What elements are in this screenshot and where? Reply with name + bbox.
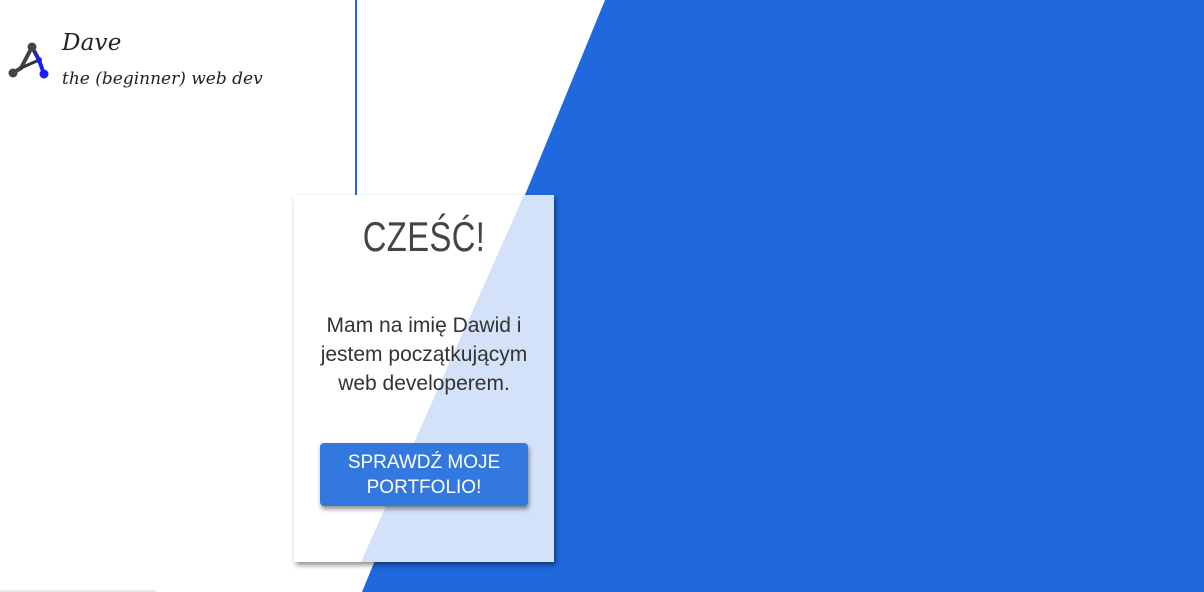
brand-name[interactable]: Dave [62, 30, 122, 56]
landing-page: Dave the (beginner) web dev CZEŚĆ! Mam n… [0, 0, 1204, 592]
intro-card: CZEŚĆ! Mam na imię Dawid i jestem począt… [294, 195, 554, 562]
hero-title: CZEŚĆ! [362, 213, 486, 260]
hero-intro-text: Mam na imię Dawid i jestem początkującym… [320, 314, 528, 395]
portfolio-button[interactable]: SPRAWDŹ MOJE PORTFOLIO! [320, 443, 528, 506]
molecule-network-icon[interactable] [8, 40, 52, 84]
brand-tagline: the (beginner) web dev [62, 69, 263, 89]
